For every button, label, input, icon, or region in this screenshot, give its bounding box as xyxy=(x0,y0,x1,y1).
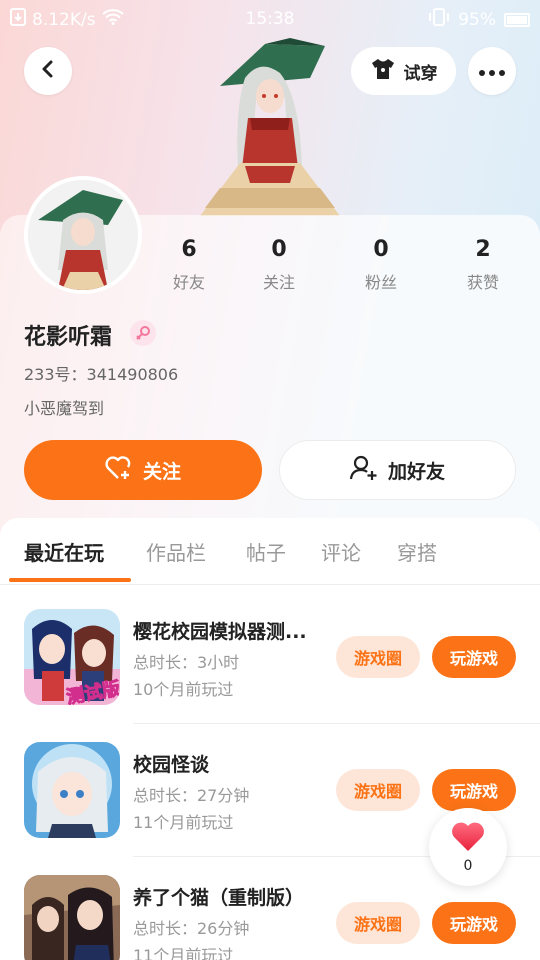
stat-label: 关注 xyxy=(262,273,295,292)
play-game-button[interactable]: 玩游戏 xyxy=(432,902,516,944)
tabs-divider xyxy=(0,584,540,585)
heart-icon xyxy=(450,820,486,856)
stat-following[interactable]: 0 关注 xyxy=(239,237,319,293)
stat-value: 6 xyxy=(181,237,197,262)
game-icon[interactable] xyxy=(24,875,120,960)
stat-fans[interactable]: 0 粉丝 xyxy=(341,237,421,293)
add-user-icon xyxy=(349,455,378,486)
game-last-played: 10个月前玩过 xyxy=(133,680,234,699)
stat-value: 0 xyxy=(373,237,389,262)
chevron-left-icon xyxy=(39,60,57,82)
tab-posts[interactable]: 帖子 xyxy=(246,537,286,566)
stat-value: 2 xyxy=(475,237,491,262)
follow-label: 关注 xyxy=(142,460,181,483)
play-game-button[interactable]: 玩游戏 xyxy=(432,636,516,678)
game-duration: 总时长：26分钟 xyxy=(133,919,250,938)
vibrate-icon xyxy=(428,8,450,31)
try-on-label: 试穿 xyxy=(403,63,438,84)
tab-recently-played[interactable]: 最近在玩 xyxy=(24,537,104,566)
avatar[interactable] xyxy=(24,176,142,294)
battery-icon xyxy=(504,12,530,27)
game-circle-button[interactable]: 游戏圈 xyxy=(336,769,420,811)
tab-comments[interactable]: 评论 xyxy=(321,537,361,566)
avatar-3d-character xyxy=(190,38,350,216)
tab-works[interactable]: 作品栏 xyxy=(146,537,206,566)
stat-likes[interactable]: 2 获赞 xyxy=(443,237,523,293)
stat-label: 好友 xyxy=(172,273,205,292)
game-duration: 总时长：3小时 xyxy=(133,653,240,672)
tshirt-icon xyxy=(370,58,396,85)
follow-button[interactable]: 关注 xyxy=(24,440,262,500)
row-divider xyxy=(133,723,540,724)
stat-value: 0 xyxy=(271,237,287,262)
stat-label: 获赞 xyxy=(466,273,499,292)
game-circle-button[interactable]: 游戏圈 xyxy=(336,902,420,944)
game-icon[interactable]: 测试版 xyxy=(24,609,120,705)
game-row[interactable]: 养了个猫（重制版） 总时长：26分钟 11个月前玩过 游戏圈 玩游戏 xyxy=(0,875,540,960)
stat-label: 粉丝 xyxy=(364,273,397,292)
game-title: 樱花校园模拟器测... xyxy=(133,621,307,643)
username: 花影听霜 xyxy=(24,325,113,350)
game-title: 养了个猫（重制版） xyxy=(133,887,305,909)
game-duration: 总时长：27分钟 xyxy=(133,786,250,805)
add-friend-label: 加好友 xyxy=(387,460,445,483)
more-button[interactable] xyxy=(468,47,516,95)
status-bar: 8.12K/s 15:38 95% xyxy=(0,0,540,38)
female-gender-icon xyxy=(130,320,156,346)
game-icon[interactable] xyxy=(24,742,120,838)
battery-percent: 95% xyxy=(458,9,496,30)
more-dots-icon xyxy=(478,62,506,81)
like-floating-button[interactable]: 0 xyxy=(429,808,507,886)
game-last-played: 11个月前玩过 xyxy=(133,813,234,832)
like-count: 0 xyxy=(463,858,473,874)
game-last-played: 11个月前玩过 xyxy=(133,946,234,960)
play-game-button[interactable]: 玩游戏 xyxy=(432,769,516,811)
stat-friends[interactable]: 6 好友 xyxy=(149,237,229,293)
tab-outfits[interactable]: 穿搭 xyxy=(397,537,437,566)
try-on-button[interactable]: 试穿 xyxy=(351,47,456,95)
heart-plus-icon xyxy=(105,455,133,485)
game-circle-button[interactable]: 游戏圈 xyxy=(336,636,420,678)
back-button[interactable] xyxy=(24,47,72,95)
game-title: 校园怪谈 xyxy=(133,754,210,776)
active-tab-indicator xyxy=(9,578,131,582)
add-friend-button[interactable]: 加好友 xyxy=(279,440,516,500)
user-bio: 小恶魔驾到 xyxy=(24,399,105,418)
user-id: 233号：341490806 xyxy=(24,365,179,384)
